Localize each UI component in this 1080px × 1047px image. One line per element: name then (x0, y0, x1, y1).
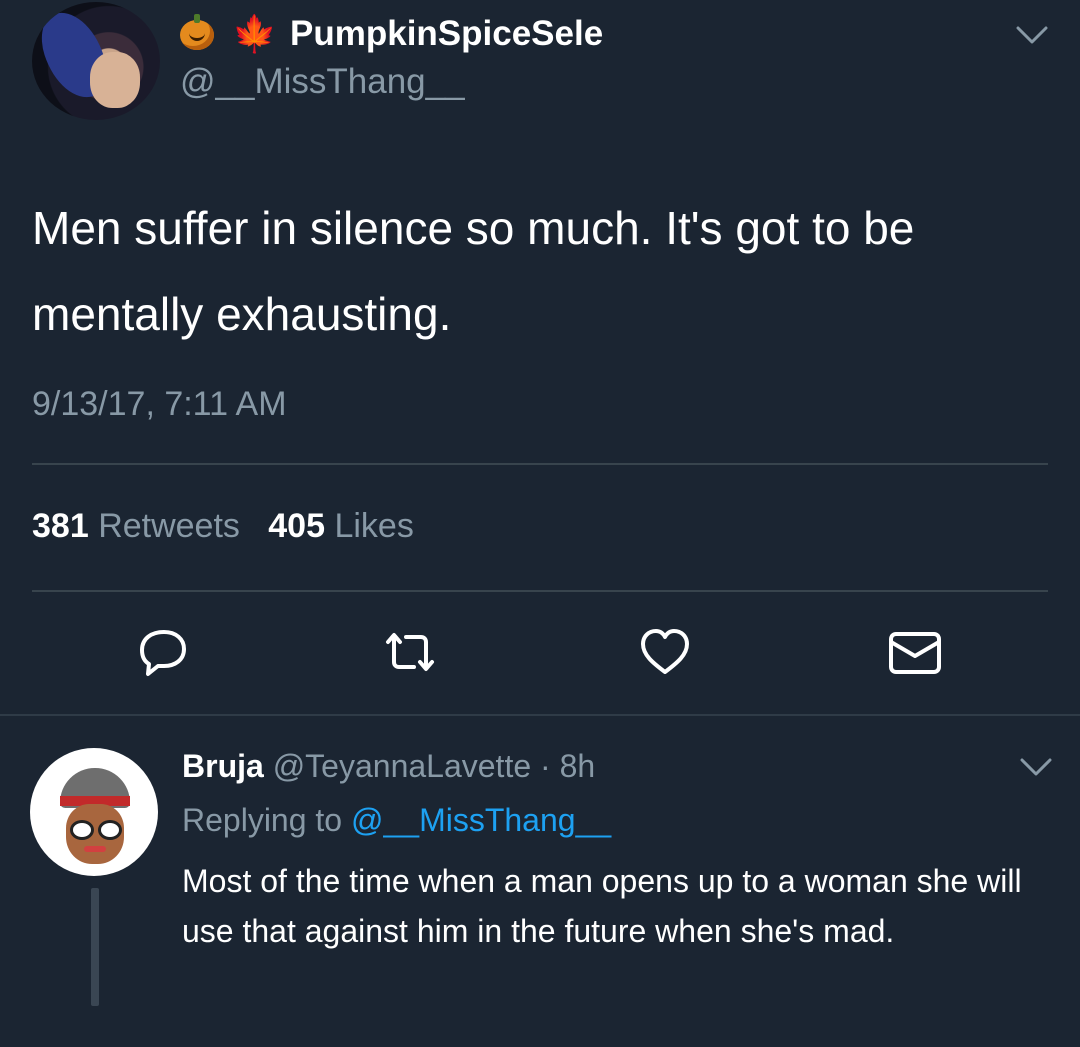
tweet-text: Men suffer in silence so much. It's got … (32, 202, 915, 340)
envelope-icon[interactable] (885, 622, 945, 682)
replying-to-label: Replying to (182, 802, 343, 838)
retweet-icon[interactable] (380, 622, 440, 682)
divider (32, 590, 1048, 592)
avatar-eye (70, 820, 94, 840)
chevron-down-icon[interactable] (1016, 752, 1056, 782)
avatar-mouth (84, 846, 106, 852)
retweets-label[interactable]: Retweets (98, 507, 240, 545)
reply-handle-time[interactable]: @TeyannaLavette · 8h (273, 748, 595, 784)
likes-label[interactable]: Likes (334, 507, 413, 545)
author-handle[interactable]: @__MissThang__ (180, 62, 465, 102)
avatar-figure (90, 52, 140, 108)
chevron-down-icon[interactable] (1012, 20, 1052, 50)
tweet-stats: 381 Retweets 405 Likes (32, 507, 414, 546)
tweet-timestamp[interactable]: 9/13/17, 7:11 AM (32, 385, 287, 424)
reply-icon[interactable] (132, 622, 192, 682)
author-avatar[interactable] (32, 2, 160, 120)
reply-display-name[interactable]: Bruja (182, 748, 264, 784)
heart-icon[interactable] (635, 622, 695, 682)
replying-to: Replying to @__MissThang__ (182, 802, 611, 839)
retweets-count[interactable]: 381 (32, 507, 89, 545)
author-display-name[interactable]: PumpkinSpiceSele (290, 14, 603, 54)
jack-o-lantern-icon (180, 14, 214, 50)
section-divider (0, 714, 1080, 716)
maple-leaf-icon: 🍁 (232, 13, 277, 54)
reply-author-avatar[interactable] (30, 748, 158, 876)
thread-line (91, 888, 99, 1006)
avatar-eye (98, 820, 122, 840)
likes-count[interactable]: 405 (268, 507, 325, 545)
reply-text: Most of the time when a man opens up to … (182, 863, 1022, 949)
replying-to-mention[interactable]: @__MissThang__ (351, 802, 611, 838)
divider (32, 463, 1048, 465)
reply-header: Bruja @TeyannaLavette · 8h (182, 748, 595, 785)
